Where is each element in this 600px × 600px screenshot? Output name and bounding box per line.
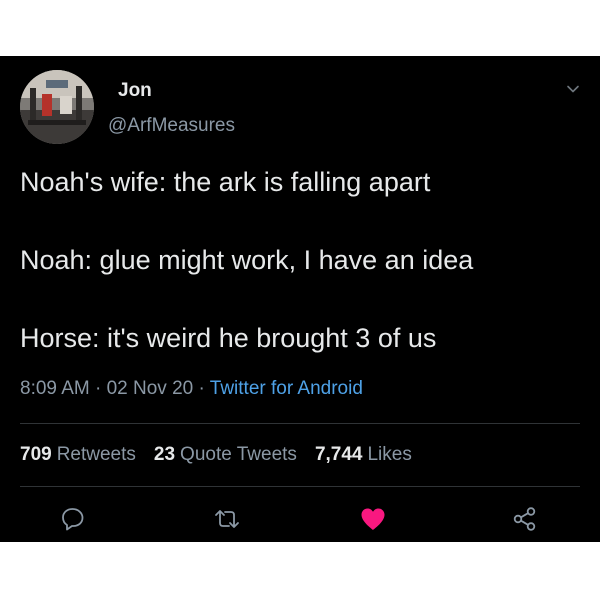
- meta-separator: ·: [89, 378, 107, 399]
- user-handle[interactable]: @ArfMeasures: [108, 115, 235, 137]
- avatar[interactable]: [20, 70, 94, 144]
- likes-label: Likes: [367, 444, 412, 465]
- retweets-label: Retweets: [56, 444, 136, 465]
- chevron-down-icon[interactable]: [566, 82, 580, 96]
- tweet-line: Horse: it's weird he brought 3 of us: [20, 323, 437, 353]
- meta-separator: ·: [193, 378, 210, 399]
- quote-tweets-stat[interactable]: 23 Quote Tweets: [154, 444, 297, 466]
- tweet-time[interactable]: 8:09 AM: [20, 378, 90, 399]
- user-name[interactable]: Jon: [118, 80, 152, 102]
- tweet-meta: 8:09 AM · 02 Nov 20 · Twitter for Androi…: [20, 378, 363, 400]
- tweet-source-link[interactable]: Twitter for Android: [210, 378, 363, 399]
- reply-icon[interactable]: [58, 504, 88, 534]
- tweet-text: Noah's wife: the ark is falling apart No…: [20, 164, 580, 356]
- retweets-count: 709: [20, 444, 52, 465]
- tweet-date[interactable]: 02 Nov 20: [107, 378, 194, 399]
- tweet-line: Noah: glue might work, I have an idea: [20, 245, 474, 275]
- retweets-stat[interactable]: 709 Retweets: [20, 444, 136, 466]
- retweet-icon[interactable]: [212, 504, 242, 534]
- divider: [20, 486, 580, 487]
- tweet-card: Jon @ArfMeasures Noah's wife: the ark is…: [0, 56, 600, 542]
- avatar-image: [20, 70, 94, 144]
- quote-tweets-count: 23: [153, 444, 176, 465]
- tweet-line: Noah's wife: the ark is falling apart: [20, 167, 431, 197]
- quote-tweets-label: Quote Tweets: [180, 444, 297, 465]
- tweet-stats: 709 Retweets 23 Quote Tweets 7,744 Likes: [20, 444, 430, 466]
- likes-stat[interactable]: 7,744 Likes: [315, 444, 412, 466]
- heart-icon[interactable]: [358, 504, 388, 534]
- divider: [20, 423, 580, 424]
- likes-count: 7,744: [314, 444, 363, 465]
- share-icon[interactable]: [510, 504, 540, 534]
